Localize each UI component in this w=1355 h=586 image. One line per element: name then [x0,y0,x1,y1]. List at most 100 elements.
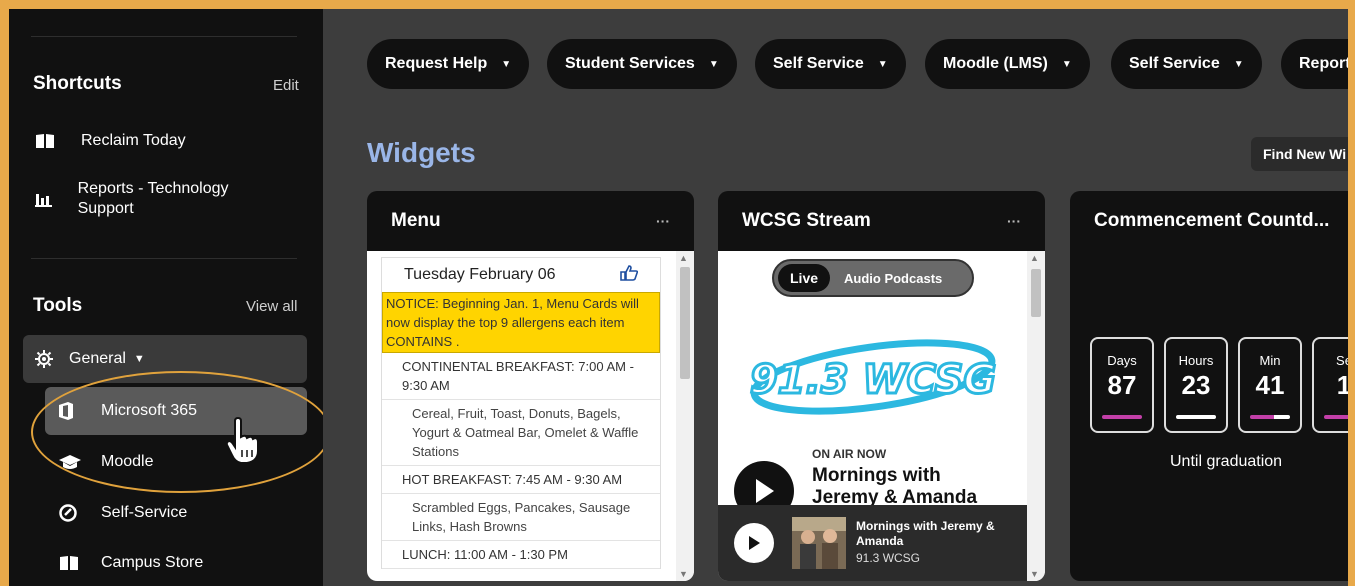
show-title: Mornings with Jeremy & Amanda [812,465,978,508]
countdown-widget-header: Commencement Countd... [1070,191,1348,251]
widget-title: Menu [391,210,441,231]
unit-label: Min [1259,353,1281,368]
menu-date-row: Tuesday February 06 [382,258,660,292]
book-icon [35,131,81,151]
unit-label: Se [1336,353,1348,368]
caret-down-icon: ▼ [708,58,719,70]
unit-bar [1250,415,1290,419]
tools-title: Tools [33,295,83,316]
widgets-title: Widgets [367,137,476,168]
wcsg-logo: 91.3 WCSG [748,331,998,428]
tool-label: Self-Service [101,504,188,521]
unit-bar [1102,415,1142,419]
logo-text: 91.3 WCSG [750,357,996,403]
shortcut-reports-technology[interactable]: Reports - Technology Support [35,179,235,219]
stream-widget-header: WCSG Stream ··· [718,191,1045,251]
more-options-icon[interactable]: ··· [1007,213,1021,229]
scroll-thumb[interactable] [1031,269,1041,317]
unit-value: 23 [1181,370,1211,400]
shortcuts-edit-link[interactable]: Edit [273,77,299,94]
meal-heading: CONTINENTAL BREAKFAST: 7:00 AM - 9:30 AM [382,353,660,400]
menu-notice: NOTICE: Beginning Jan. 1, Menu Cards wil… [382,292,660,353]
caret-down-icon: ▼ [1061,58,1072,70]
hand-cursor-icon [225,416,261,470]
unit-bar [1176,415,1216,419]
book-icon [59,555,101,571]
stream-mode-toggle[interactable]: Live Audio Podcasts [772,259,974,297]
nav-moodle-lms[interactable]: Moodle (LMS) ▼ [925,39,1090,89]
unit-label: Hours [1178,353,1214,368]
menu-list: Tuesday February 06 NOTICE: Beginning Ja… [381,257,661,569]
shortcut-reclaim-today[interactable]: Reclaim Today [35,131,186,151]
countdown-hours: Hours 23 [1164,337,1228,433]
scroll-up-icon[interactable]: ▲ [1030,253,1039,263]
tab-live[interactable]: Live [778,264,831,292]
nav-report[interactable]: Report [1281,39,1348,89]
pill-label: Report [1299,55,1348,72]
group-label: General [69,350,126,367]
main-content: Request Help ▼ Student Services ▼ Self Ser… [323,9,1348,586]
play-button[interactable] [734,523,774,563]
highlight-ellipse [31,371,331,493]
wcsg-stream-widget: WCSG Stream ··· Live Audio Podcasts 91.3… [718,191,1045,581]
countdown-minutes: Min 41 [1238,337,1302,433]
pill-label: Self Service [1129,55,1220,72]
nav-self-service[interactable]: Self Service ▼ [755,39,906,89]
tool-label: Campus Store [101,554,204,571]
countdown-caption: Until graduation [1170,453,1283,470]
shortcuts-title: Shortcuts [33,73,122,94]
stream-body: Live Audio Podcasts 91.3 WCSG ON AIR NOW… [718,251,1045,581]
meal-heading: LUNCH: 11:00 AM - 1:30 PM [382,541,660,569]
caret-down-icon: ▼ [877,58,888,70]
on-air-label: ON AIR NOW [812,447,887,461]
menu-date: Tuesday February 06 [404,266,556,283]
circle-check-icon [59,504,101,522]
divider [31,258,297,259]
menu-widget: Menu ··· Tuesday February 06 NOTICE: Beg… [367,191,694,581]
bar-chart-icon [35,179,78,219]
scroll-down-icon[interactable]: ▼ [1030,569,1039,579]
menu-body: Tuesday February 06 NOTICE: Beginning Ja… [367,251,694,581]
gear-icon [35,350,69,368]
unit-value: 1 [1336,370,1348,400]
find-new-widgets-button[interactable]: Find New Wi [1251,137,1348,171]
tools-view-all-link[interactable]: View all [246,298,297,315]
menu-scrollbar[interactable]: ▲ ▼ [676,251,694,581]
show-thumbnail [792,517,846,569]
unit-bar [1324,415,1348,419]
stream-scrollbar[interactable]: ▲ ▼ [1027,251,1045,581]
scroll-thumb[interactable] [680,267,690,379]
meal-items: Scrambled Eggs, Pancakes, Sausage Links,… [382,494,660,541]
more-options-icon[interactable]: ··· [656,213,670,229]
nav-student-services[interactable]: Student Services ▼ [547,39,737,89]
nav-self-service-2[interactable]: Self Service ▼ [1111,39,1262,89]
tab-audio-podcasts[interactable]: Audio Podcasts [844,271,942,286]
nav-request-help[interactable]: Request Help ▼ [367,39,530,89]
caret-down-icon: ▼ [501,58,512,70]
app-frame: Shortcuts Edit Reclaim Today Reports - T… [9,9,1348,586]
widget-title: Commencement Countd... [1094,210,1330,231]
caret-down-icon: ▼ [133,353,145,365]
caret-down-icon: ▼ [1233,58,1244,70]
pill-label: Request Help [385,55,488,72]
scroll-down-icon[interactable]: ▼ [679,569,688,579]
thumbs-up-icon[interactable] [620,264,639,286]
meal-heading: HOT BREAKFAST: 7:45 AM - 9:30 AM [382,466,660,494]
sidebar: Shortcuts Edit Reclaim Today Reports - T… [9,9,331,586]
unit-label: Days [1107,353,1137,368]
player-station: 91.3 WCSG [856,551,921,565]
player-title: Mornings with Jeremy & Amanda [856,519,995,548]
countdown-seconds: Se 1 [1312,337,1348,433]
pill-label: Moodle (LMS) [943,55,1048,72]
pill-label: Student Services [565,55,695,72]
tool-campus-store[interactable]: Campus Store [59,551,203,575]
menu-widget-header: Menu ··· [367,191,694,251]
scroll-up-icon[interactable]: ▲ [679,253,688,263]
commencement-countdown-widget: Commencement Countd... Days 87 Hours 23 … [1070,191,1348,581]
countdown-days: Days 87 [1090,337,1154,433]
divider [31,36,297,37]
shortcut-label: Reports - Technology Support [77,180,229,217]
meal-items: Cereal, Fruit, Toast, Donuts, Bagels, Yo… [382,400,660,466]
tool-self-service[interactable]: Self-Service [59,501,187,525]
pill-label: Self Service [773,55,864,72]
